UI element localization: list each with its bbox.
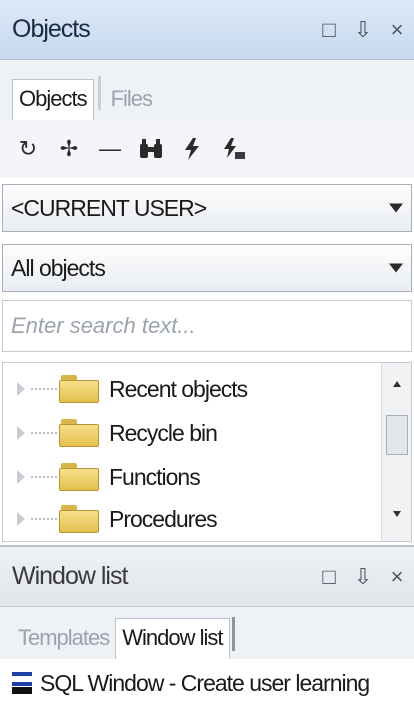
tree-item-label: Functions — [109, 463, 201, 490]
expand-arrow-icon[interactable] — [17, 512, 25, 526]
objects-panel-titlebar: Objects □ ⇩ × — [0, 0, 414, 60]
window-list-item-label: SQL Window - Create user learning — [40, 669, 370, 696]
objects-panel-controls: □ ⇩ × — [318, 0, 408, 59]
tree-item-procedures[interactable]: Procedures — [3, 499, 218, 539]
expand-arrow-icon[interactable] — [17, 426, 25, 440]
sql-window-icon — [12, 672, 32, 694]
folder-icon — [59, 375, 99, 403]
close-icon[interactable]: × — [386, 565, 408, 588]
tree-connector — [31, 388, 57, 390]
window-list-item[interactable]: SQL Window - Create user learning — [0, 659, 414, 707]
lightning-edit-icon — [224, 138, 245, 159]
chevron-down-icon[interactable] — [389, 203, 403, 213]
objects-toolbar: ↻ ✢ — — [0, 120, 414, 178]
tree-connector — [31, 432, 57, 434]
remove-icon[interactable]: — — [96, 135, 124, 163]
pin-icon[interactable]: ⇩ — [352, 565, 374, 588]
tree-item-recycle-bin[interactable]: Recycle bin — [3, 413, 218, 453]
search-input[interactable] — [2, 300, 412, 352]
tree-item-label: Procedures — [109, 505, 218, 532]
tab-separator — [231, 617, 235, 651]
pin-icon[interactable]: ⇩ — [352, 18, 374, 41]
binoculars-icon — [140, 139, 162, 158]
tab-templates[interactable]: Templates — [12, 619, 115, 659]
folder-icon — [59, 463, 99, 491]
window-list-controls: □ ⇩ × — [318, 547, 408, 606]
window-list-title: Window list — [12, 562, 128, 590]
window-position-icon[interactable]: □ — [318, 565, 340, 588]
chevron-down-icon[interactable] — [389, 263, 403, 273]
user-select[interactable]: <CURRENT USER> — [2, 184, 412, 232]
tree-item-label: Recycle bin — [109, 419, 218, 446]
tree-item-label: Recent objects — [109, 375, 248, 402]
window-list-tabs: Templates Window list — [0, 607, 414, 659]
filter-edit-icon[interactable] — [219, 135, 247, 163]
scroll-thumb[interactable] — [386, 415, 408, 455]
window-list-titlebar: Window list □ ⇩ × — [0, 545, 414, 607]
tab-window-list[interactable]: Window list — [115, 618, 230, 659]
tab-objects[interactable]: Objects — [12, 79, 94, 120]
lightning-filter-icon — [185, 138, 199, 160]
tree-connector — [31, 476, 57, 478]
folder-icon — [59, 419, 99, 447]
expand-arrow-icon[interactable] — [17, 470, 25, 484]
tab-separator — [97, 76, 101, 110]
expand-arrow-icon[interactable] — [17, 382, 25, 396]
objects-panel-title: Objects — [12, 15, 91, 43]
add-icon[interactable]: ✢ — [55, 135, 83, 163]
refresh-icon[interactable]: ↻ — [14, 135, 42, 163]
object-filter-select[interactable]: All objects — [2, 244, 412, 292]
object-filter-value: All objects — [11, 254, 106, 281]
user-select-value: <CURRENT USER> — [11, 194, 207, 221]
object-tree: Recent objects Recycle bin Functions Pro… — [2, 362, 412, 542]
objects-panel-tabs: Objects Files — [0, 60, 414, 120]
tab-files[interactable]: Files — [105, 80, 158, 120]
tree-item-recent-objects[interactable]: Recent objects — [3, 369, 248, 409]
filter-icon[interactable] — [178, 135, 206, 163]
window-position-icon[interactable]: □ — [318, 18, 340, 41]
folder-icon — [59, 505, 99, 533]
close-icon[interactable]: × — [386, 18, 408, 41]
tree-item-functions[interactable]: Functions — [3, 457, 201, 497]
tree-scrollbar[interactable] — [381, 363, 411, 541]
scroll-up-icon[interactable] — [392, 381, 401, 387]
scroll-down-icon[interactable] — [392, 511, 401, 517]
find-icon[interactable] — [137, 135, 165, 163]
tree-connector — [31, 518, 57, 520]
